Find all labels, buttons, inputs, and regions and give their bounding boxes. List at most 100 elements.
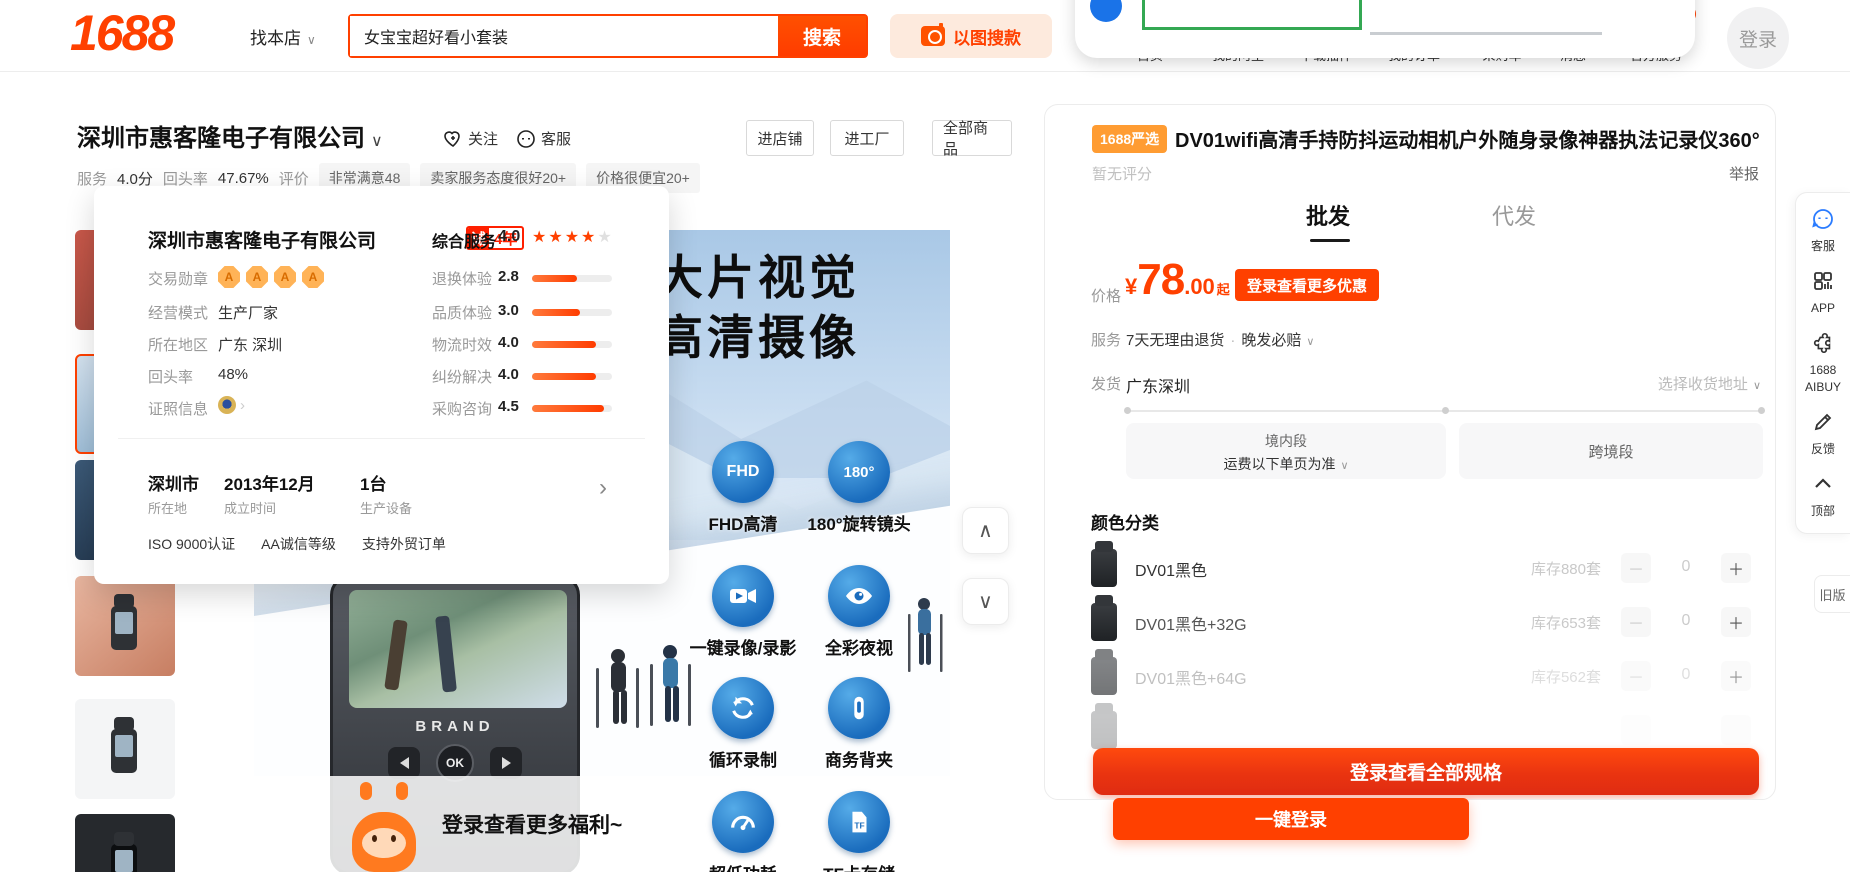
metric-score: 4.0 [498,366,519,383]
chevron-up-icon [1811,472,1835,496]
metric-bar [532,373,612,380]
active-tab-underline [1310,239,1350,242]
fact-value: 深圳市 [148,470,199,495]
chevron-down-icon: ∨ [1306,336,1314,348]
info-value: 生产厂家 [218,302,278,323]
rail-feedback[interactable]: 反馈 [1796,410,1850,457]
rail-back-to-top[interactable]: 顶部 [1796,472,1850,519]
sku-name: DV01黑色 [1135,557,1207,581]
metric-bar [532,275,612,282]
sku-row: DV01黑色+64G 库存562套 － 0 ＋ [1045,649,1776,703]
domestic-freight-dropdown[interactable]: 境内段 运费以下单页为准∨ [1126,423,1446,479]
store-service-button[interactable]: 客服 [516,128,571,149]
chevron-down-icon: ∨ [1753,380,1761,392]
enter-factory-button[interactable]: 进工厂 [830,120,904,156]
camcorder-icon [712,565,774,627]
search-button[interactable]: 搜索 [778,16,866,56]
puzzle-icon [1811,331,1835,355]
metric-bar [532,405,612,412]
login-button[interactable]: 登录 [1727,7,1789,69]
rail-app[interactable]: APP [1796,269,1850,316]
metric-score: 4.5 [498,398,519,415]
login-more-deals-button[interactable]: 登录查看更多优惠 [1235,269,1379,301]
metric-label: 退换体验 [432,268,492,289]
divider [118,438,645,439]
shipping-label: 发货 [1091,373,1121,394]
all-products-button[interactable]: 全部商品 [932,120,1012,156]
qty-plus-button[interactable]: ＋ [1721,607,1751,637]
sku-name: DV01黑色+32G [1135,611,1247,635]
image-search-button[interactable]: 以图搜款 [890,14,1052,58]
pencil-icon [1811,410,1835,434]
search-scope-dropdown[interactable]: 找本店∨ [250,24,316,49]
metric-score: 3.0 [498,302,519,319]
freight-route-line [1126,410,1763,412]
logo-1688[interactable]: 1688 [70,4,173,62]
product-title: DV01wifi高清手持防抖运动相机户外随身录像神器执法记录仪360° [1175,124,1765,153]
fact-label: 成立时间 [224,498,276,517]
hero-headline: 大片视觉 高清摄像 [656,248,860,368]
gallery-thumbnail-5[interactable] [75,699,175,799]
enter-shop-button[interactable]: 进店铺 [746,120,814,156]
gauge-icon [712,791,774,853]
metric-label: 品质体验 [432,302,492,323]
fact-value: 2013年12月 [224,470,315,495]
scroll-up-button[interactable]: ∧ [962,507,1009,554]
device-left-button [388,747,420,779]
cert-tag: 支持外贸订单 [362,534,446,554]
sku-section-title: 颜色分类 [1091,509,1159,534]
qty-minus-button[interactable]: － [1621,553,1651,583]
yanxuan-badge: 1688严选 [1092,125,1167,153]
follow-button[interactable]: 关注 [443,128,498,149]
report-link[interactable]: 举报 [1729,163,1759,184]
gallery-thumbnail-4[interactable] [75,576,175,676]
one-key-login-button[interactable]: 一键登录 [1113,798,1469,840]
eye-icon [828,565,890,627]
license-label: 证照信息 [148,398,208,419]
license-link[interactable]: › [218,396,245,414]
tab-dropship[interactable]: 代发 [1492,199,1536,231]
scroll-down-button[interactable]: ∨ [962,578,1009,625]
fact-value: 1台 [360,470,386,495]
mascot-art [346,786,422,872]
product-panel: 1688严选 DV01wifi高清手持防抖运动相机户外随身录像神器执法记录仪36… [1044,104,1776,800]
heart-plus-icon [443,130,463,148]
qty-minus-button[interactable]: － [1621,607,1651,637]
crossborder-freight-box[interactable]: 跨境段 [1459,423,1763,479]
address-select[interactable]: 选择收货地址∨ [1658,373,1761,394]
store-service-label: 客服 [541,128,571,149]
tf-card-icon: TF [828,791,890,853]
camera-thumb-art [111,844,137,872]
qty-minus-button[interactable]: － [1621,661,1651,691]
info-label: 回头率 [148,366,193,387]
hero-line-2: 高清摄像 [656,308,860,368]
login-view-specs-button[interactable]: 登录查看全部规格 [1093,748,1759,795]
qty-value[interactable]: 0 [1661,612,1711,630]
feature-tfcard: TF TF卡存储 [784,791,934,872]
highlighted-field[interactable] [1142,0,1362,30]
login-banner-text: 登录查看更多福利~ [442,776,622,872]
sku-thumbnail [1091,603,1117,641]
device-screen [349,590,567,708]
qty-plus-button[interactable]: ＋ [1721,661,1751,691]
chevron-right-icon[interactable]: › [599,474,607,502]
tab-wholesale[interactable]: 批发 [1306,199,1350,231]
rail-customer-service[interactable]: 客服 [1796,207,1850,254]
sku-stock: 库存880套 [1531,558,1601,579]
store-name-dropdown[interactable]: 深圳市惠客隆电子有限公司∨ [77,118,383,153]
gallery-thumbnail-6[interactable] [75,814,175,872]
rail-aibuy[interactable]: 1688AIBUY [1796,331,1850,394]
info-value: 48% [218,366,248,383]
old-version-button[interactable]: 旧版 [1814,575,1850,613]
store-info-popup: 深圳市惠客隆电子有限公司 诚 4年 综合服务 4.0 ★★★★★ 交易勋章 AA… [94,186,669,584]
search-input[interactable] [350,16,778,56]
search-scope-label: 找本店 [250,29,301,48]
qty-plus-button [1721,715,1751,745]
trade-medals: AAAA [218,266,324,288]
info-value: 广东 深圳 [218,334,282,355]
sku-thumbnail [1091,549,1117,587]
service-dropdown[interactable]: 7天无理由退货·晚发必赔∨ [1126,329,1314,350]
qty-value[interactable]: 0 [1661,558,1711,576]
qty-value[interactable]: 0 [1661,666,1711,684]
qty-plus-button[interactable]: ＋ [1721,553,1751,583]
